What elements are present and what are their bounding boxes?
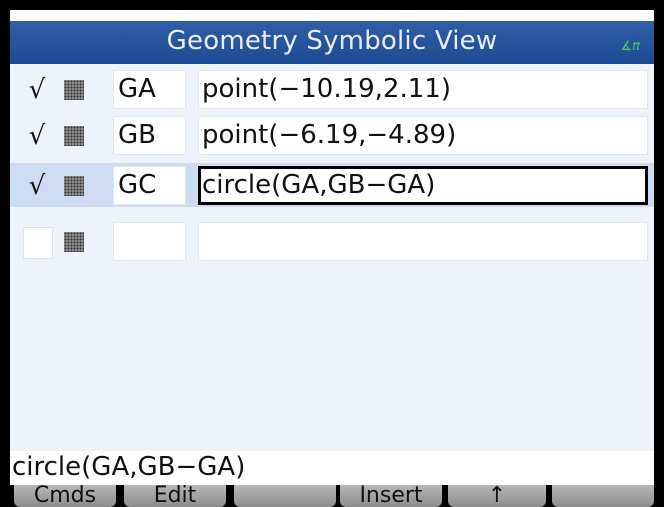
checkmark-icon[interactable]: √ [20,71,54,109]
title-bar: Geometry Symbolic View ∡π [10,21,654,64]
checkmark-icon[interactable]: √ [20,117,54,155]
color-swatch-icon[interactable] [64,126,84,146]
symbolic-row-gb[interactable]: √ GB point(−6.19,−4.89) [10,113,654,157]
edit-line[interactable]: circle(GA,GB−GA) [10,451,656,485]
screen-bezel-top [0,0,664,10]
checkmark-icon[interactable]: √ [20,167,54,205]
blank-softkey-2[interactable] [552,485,654,507]
angle-mode-icon: ∡π [620,39,640,54]
blank-softkey-1[interactable] [234,485,336,507]
expression-field[interactable] [198,222,648,261]
move-up-button[interactable]: ↑ [448,485,546,507]
symbolic-list: √ GA point(−10.19,2.11) √ GB point(−6.19… [10,64,654,451]
object-name-field[interactable] [113,222,186,261]
symbolic-row-gc[interactable]: √ GC circle(GA,GB−GA) [10,163,654,207]
calculator-screen: Geometry Symbolic View ∡π √ GA point(−10… [0,0,664,507]
softkey-menu: Cmds Edit Insert ↑ [0,485,664,507]
expression-field[interactable]: point(−10.19,2.11) [198,70,648,109]
color-swatch-icon[interactable] [64,80,84,100]
expression-field[interactable]: point(−6.19,−4.89) [198,116,648,155]
checkbox-empty[interactable] [23,227,53,259]
symbolic-row-empty[interactable] [10,219,654,263]
object-name-field[interactable]: GB [113,116,186,155]
color-swatch-icon[interactable] [64,176,84,196]
object-name-field[interactable]: GA [113,70,186,109]
screen-bezel-right [654,0,664,507]
screen-bezel-left [0,0,10,507]
object-name-field[interactable]: GC [113,166,186,205]
cmds-button[interactable]: Cmds [14,485,116,507]
page-title: Geometry Symbolic View [166,26,498,56]
edit-button[interactable]: Edit [124,485,226,507]
expression-field-active[interactable]: circle(GA,GB−GA) [198,166,648,205]
symbolic-row-ga[interactable]: √ GA point(−10.19,2.11) [10,67,654,111]
up-arrow-icon: ↑ [487,485,507,507]
color-swatch-icon[interactable] [64,232,84,252]
insert-button[interactable]: Insert [340,485,442,507]
